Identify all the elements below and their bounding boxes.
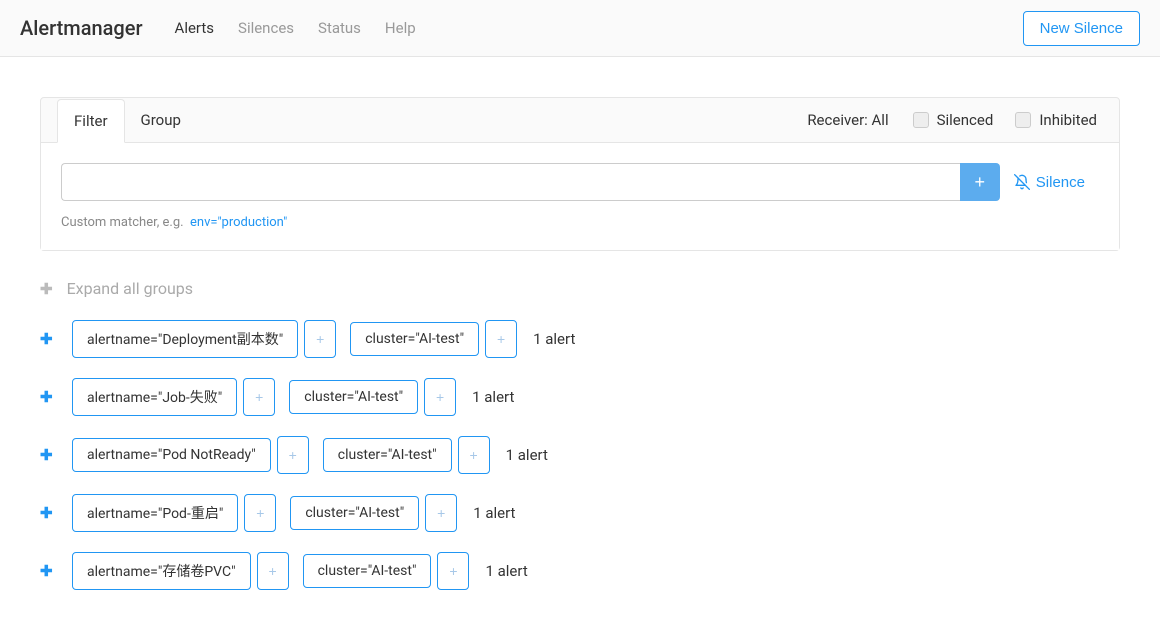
add-label-button[interactable]: +	[277, 436, 309, 474]
silenced-label: Silenced	[937, 111, 994, 129]
add-label-button[interactable]: +	[485, 320, 517, 358]
expand-group-button[interactable]: ✚	[40, 562, 72, 580]
tab-filter[interactable]: Filter	[57, 99, 125, 143]
navbar: Alertmanager Alerts Silences Status Help…	[0, 0, 1160, 57]
label-tag[interactable]: cluster="AI-test"	[290, 496, 419, 530]
label-tag[interactable]: alertname="存储卷PVC"	[72, 552, 251, 590]
add-label-button[interactable]: +	[304, 320, 336, 358]
receiver-label[interactable]: Receiver: All	[807, 111, 888, 129]
alert-count: 1 alert	[533, 330, 575, 348]
checkbox-icon	[913, 112, 929, 128]
label-tag[interactable]: cluster="AI-test"	[303, 554, 432, 588]
tab-group[interactable]: Group	[125, 99, 197, 141]
expand-group-button[interactable]: ✚	[40, 504, 72, 522]
label-tag[interactable]: alertname="Deployment副本数"	[72, 320, 298, 358]
add-filter-button[interactable]: +	[960, 163, 1000, 201]
filter-panel-tabs: Filter Group Receiver: All Silenced Inhi…	[41, 98, 1119, 143]
add-label-button[interactable]: +	[425, 494, 457, 532]
silenced-checkbox[interactable]: Silenced	[913, 111, 994, 129]
group-row: ✚alertname="Deployment副本数"+cluster="AI-t…	[40, 320, 1120, 358]
add-label-button[interactable]: +	[243, 378, 275, 416]
nav-help[interactable]: Help	[373, 11, 428, 45]
filter-panel: Filter Group Receiver: All Silenced Inhi…	[40, 97, 1120, 251]
filter-row: + Silence	[61, 163, 1099, 201]
silence-button-label: Silence	[1036, 174, 1085, 191]
filter-hint: Custom matcher, e.g. env="production"	[61, 215, 1099, 230]
label-tag[interactable]: alertname="Pod-重启"	[72, 494, 238, 532]
expand-all-groups[interactable]: ✚ Expand all groups	[40, 279, 1120, 298]
alert-groups: ✚ Expand all groups ✚alertname="Deployme…	[40, 279, 1120, 590]
group-row: ✚alertname="Pod NotReady"+cluster="AI-te…	[40, 436, 1120, 474]
silence-button[interactable]: Silence	[1000, 163, 1099, 201]
inhibited-label: Inhibited	[1039, 111, 1097, 129]
new-silence-button[interactable]: New Silence	[1023, 11, 1140, 46]
nav-status[interactable]: Status	[306, 11, 373, 45]
label-tag[interactable]: alertname="Job-失败"	[72, 378, 237, 416]
filter-input[interactable]	[61, 163, 960, 201]
add-label-button[interactable]: +	[244, 494, 276, 532]
checkbox-icon	[1015, 112, 1031, 128]
nav-alerts[interactable]: Alerts	[163, 11, 227, 45]
group-row: ✚alertname="Pod-重启"+cluster="AI-test"+1 …	[40, 494, 1120, 532]
expand-group-button[interactable]: ✚	[40, 446, 72, 464]
hint-example: env="production"	[190, 215, 287, 230]
group-row: ✚alertname="存储卷PVC"+cluster="AI-test"+1 …	[40, 552, 1120, 590]
label-tag[interactable]: cluster="AI-test"	[289, 380, 418, 414]
add-label-button[interactable]: +	[437, 552, 469, 590]
alert-count: 1 alert	[472, 388, 514, 406]
inhibited-checkbox[interactable]: Inhibited	[1015, 111, 1097, 129]
plus-icon: +	[975, 172, 986, 193]
label-tag[interactable]: cluster="AI-test"	[323, 438, 452, 472]
brand: Alertmanager	[20, 8, 143, 48]
hint-text: Custom matcher, e.g.	[61, 215, 184, 230]
label-tag[interactable]: alertname="Pod NotReady"	[72, 438, 271, 472]
label-tag[interactable]: cluster="AI-test"	[350, 322, 479, 356]
add-label-button[interactable]: +	[257, 552, 289, 590]
expand-group-button[interactable]: ✚	[40, 330, 72, 348]
expand-group-button[interactable]: ✚	[40, 388, 72, 406]
add-label-button[interactable]: +	[458, 436, 490, 474]
plus-icon: ✚	[40, 280, 53, 298]
content: Filter Group Receiver: All Silenced Inhi…	[20, 97, 1140, 590]
add-label-button[interactable]: +	[424, 378, 456, 416]
filter-panel-body: + Silence Custom matcher, e.g. env="prod…	[41, 143, 1119, 250]
group-row: ✚alertname="Job-失败"+cluster="AI-test"+1 …	[40, 378, 1120, 416]
bell-off-icon	[1014, 174, 1030, 190]
nav-links: Alerts Silences Status Help	[163, 11, 1023, 45]
alert-count: 1 alert	[485, 562, 527, 580]
expand-all-label: Expand all groups	[67, 279, 193, 298]
alert-count: 1 alert	[473, 504, 515, 522]
nav-silences[interactable]: Silences	[226, 11, 306, 45]
alert-count: 1 alert	[506, 446, 548, 464]
